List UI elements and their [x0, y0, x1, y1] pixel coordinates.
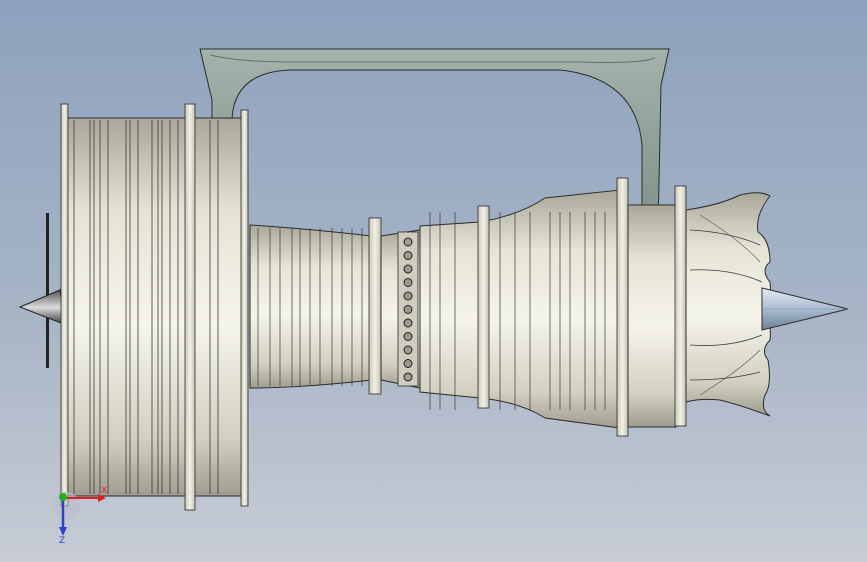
bolt [403, 291, 413, 301]
engine-model-view[interactable]: X Z [0, 0, 867, 562]
bolt [403, 278, 413, 287]
bolt [403, 332, 413, 341]
front-spinner [18, 213, 67, 368]
bolt [403, 359, 413, 368]
exhaust-mixer [685, 192, 771, 417]
bolt [403, 251, 413, 260]
z-axis-arrow [59, 527, 67, 536]
turbine-section [419, 177, 687, 437]
bolt [403, 305, 413, 314]
bolt [403, 237, 413, 247]
compressor-section [249, 217, 382, 395]
bolt [403, 264, 413, 274]
bolt [403, 372, 413, 382]
bolt [403, 345, 413, 355]
z-axis-label: Z [59, 536, 65, 546]
y-axis-dot [59, 493, 67, 501]
combustor-ring [380, 229, 421, 389]
fan-case [65, 117, 245, 497]
bolt [403, 318, 413, 328]
cad-viewport[interactable]: X Z [0, 0, 867, 562]
x-axis-label: X [101, 486, 107, 496]
exhaust-cone [761, 287, 849, 331]
